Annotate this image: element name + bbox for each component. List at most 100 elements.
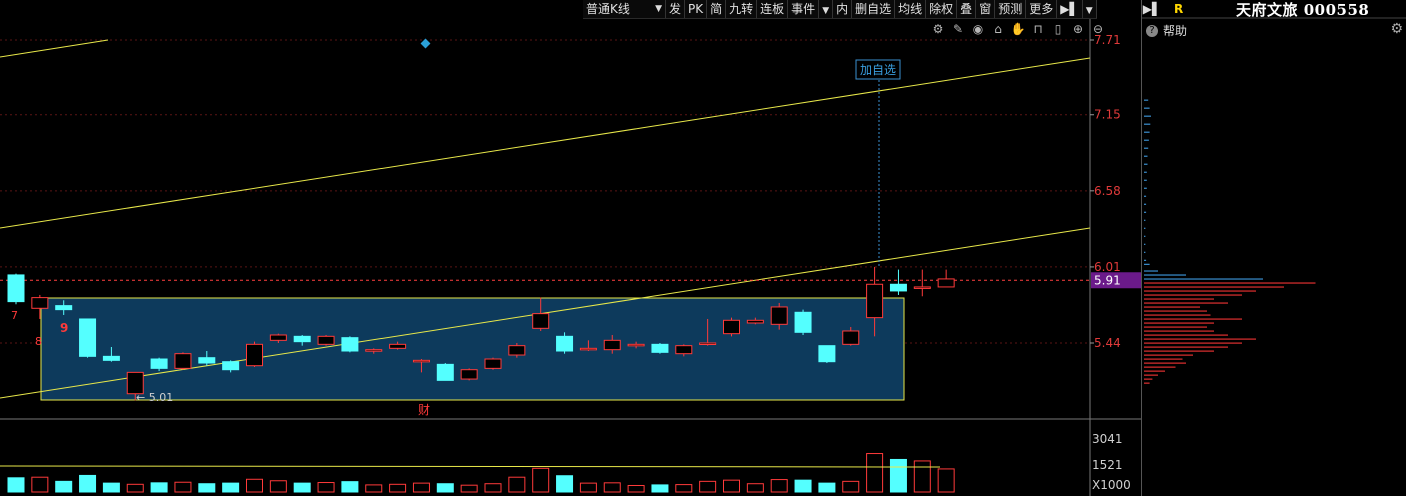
candle-body — [556, 335, 574, 352]
event-marker: 7 — [11, 309, 18, 322]
candle-body — [794, 311, 812, 333]
kline-chart-area[interactable]: 7.71 7.15 6.58 6.01 5.44 5.91 7 9 8 ← 5.01 财加自选 304… — [0, 0, 1141, 496]
y-tick-label: 7.15 — [1094, 108, 1121, 122]
candle-body — [174, 353, 192, 369]
panel-collapse-button[interactable]: ▶▌ — [1142, 2, 1162, 16]
period-select-label: 普通K线 — [586, 2, 630, 16]
profile-bar — [1144, 370, 1165, 372]
candle-body — [222, 361, 240, 371]
tb-simple-button[interactable]: 简 — [707, 0, 727, 18]
gear-icon[interactable]: ⚙ — [1390, 21, 1403, 37]
pen-icon[interactable]: ✎ — [950, 21, 966, 37]
candle-body — [532, 313, 550, 329]
profile-bar — [1144, 163, 1148, 165]
tb-remove-watch-button[interactable]: 删自选 — [852, 0, 896, 18]
profile-bar — [1144, 350, 1214, 352]
tb-ma-button[interactable]: 均线 — [895, 0, 927, 18]
help-link[interactable]: ? 帮助 — [1146, 22, 1187, 39]
profile-bar — [1144, 107, 1150, 109]
volume-bar — [55, 480, 73, 493]
trend-line-upper — [0, 57, 1091, 229]
candle-body — [460, 369, 478, 380]
tb-limit-up-button[interactable]: 连板 — [757, 0, 789, 18]
profile-bar — [1144, 314, 1211, 316]
lock-icon[interactable]: ⊓ — [1030, 21, 1046, 37]
profile-bar — [1144, 131, 1150, 133]
right-panel: ▶▌ R 天府文旅 000558 ? 帮助 ⚙ — [1141, 0, 1406, 496]
profile-bar — [1144, 294, 1242, 296]
low-price-label: ← 5.01 — [136, 391, 173, 404]
volume-unit-label: X1000 — [1092, 478, 1131, 492]
volume-bar — [770, 479, 788, 493]
kline-chart[interactable]: 7.717.156.586.015.445.91798← 5.01财加自选304… — [0, 0, 1141, 496]
settings-icon[interactable]: ⚙ — [930, 21, 946, 37]
candle-body — [484, 358, 502, 369]
period-select[interactable]: 普通K线 ▼ — [583, 0, 666, 18]
tb-more-button[interactable]: 更多 — [1026, 0, 1058, 18]
profile-bar — [1144, 298, 1214, 300]
export-icon[interactable]: ▯ — [1050, 21, 1066, 37]
volume-bar — [794, 479, 812, 493]
hand-icon[interactable]: ✋ — [1010, 21, 1026, 37]
tb-events-button[interactable]: 事件 — [788, 0, 820, 18]
zoom-out-icon[interactable]: ⊖ — [1090, 21, 1106, 37]
eye-icon[interactable]: ◉ — [970, 21, 986, 37]
tb-collapse-button[interactable]: ▶▌ — [1057, 0, 1083, 18]
zoom-in-icon[interactable]: ⊕ — [1070, 21, 1086, 37]
volume-bar — [675, 484, 693, 493]
profile-bar — [1144, 155, 1148, 157]
candle-body — [198, 357, 216, 364]
tb-events-label: 事件 — [791, 2, 816, 16]
profile-bar — [1144, 211, 1147, 213]
profile-bar — [1144, 195, 1147, 197]
profile-bar — [1144, 366, 1176, 368]
profile-bar — [1144, 322, 1214, 324]
tb-exright-button[interactable]: 除权 — [926, 0, 958, 18]
volume-bar — [532, 467, 550, 493]
profile-bar — [1144, 382, 1150, 384]
tb-more-dropdown[interactable]: ▼ — [1083, 0, 1097, 18]
stock-name-code: 天府文旅 000558 — [1236, 0, 1370, 19]
tb-inner-button[interactable]: 内 — [833, 0, 853, 18]
profile-bar — [1144, 219, 1146, 221]
candle-body — [31, 297, 49, 309]
tb-events-dropdown[interactable]: ▼ — [819, 0, 834, 18]
volume-bar — [269, 480, 287, 493]
chart-tool-icons: ⚙ ✎ ◉ ⌂ ✋ ⊓ ▯ ⊕ ⊖ — [930, 21, 1106, 37]
volume-bar — [222, 482, 240, 493]
volume-ma-line — [0, 465, 941, 468]
volume-profile — [1142, 17, 1406, 384]
profile-bar — [1144, 306, 1200, 308]
volume-bar — [150, 482, 168, 493]
tb-window-button[interactable]: 窗 — [976, 0, 996, 18]
tb-nine-turn-button[interactable]: 九转 — [726, 0, 758, 18]
diamond-marker — [420, 38, 431, 49]
volume-bar — [937, 468, 955, 493]
candle-body — [55, 305, 73, 311]
tb-fa-button[interactable]: 发 — [666, 0, 686, 18]
volume-bar — [746, 483, 764, 493]
candle-body — [699, 342, 717, 345]
volume-bar — [913, 460, 931, 493]
profile-bar — [1144, 374, 1158, 376]
volume-bar — [579, 482, 597, 493]
tb-overlay-button[interactable]: 叠 — [957, 0, 977, 18]
add-watchlist-tag-label: 加自选 — [860, 63, 896, 77]
candle-body — [7, 274, 25, 303]
candle-body — [746, 319, 764, 324]
finance-event-marker: 财 — [418, 403, 430, 417]
current-price-label: 5.91 — [1094, 273, 1121, 287]
trash-icon[interactable]: ⌂ — [990, 21, 1006, 37]
tb-forecast-button[interactable]: 预测 — [995, 0, 1027, 18]
chevron-down-icon: ▼ — [822, 6, 830, 16]
profile-bar — [1144, 346, 1228, 348]
profile-bar — [1144, 123, 1151, 125]
profile-bar — [1144, 274, 1186, 276]
profile-bar — [1144, 334, 1228, 336]
trend-line-top-short — [0, 39, 109, 58]
profile-bar — [1144, 282, 1316, 284]
tb-pk-button[interactable]: PK — [685, 0, 708, 18]
volume-bar — [627, 484, 645, 493]
candle-body — [889, 283, 907, 292]
chart-toolbar: 普通K线 ▼ 发 PK 简 九转 连板 事件 ▼ 内 删自选 均线 除权 叠 窗… — [583, 0, 1097, 19]
